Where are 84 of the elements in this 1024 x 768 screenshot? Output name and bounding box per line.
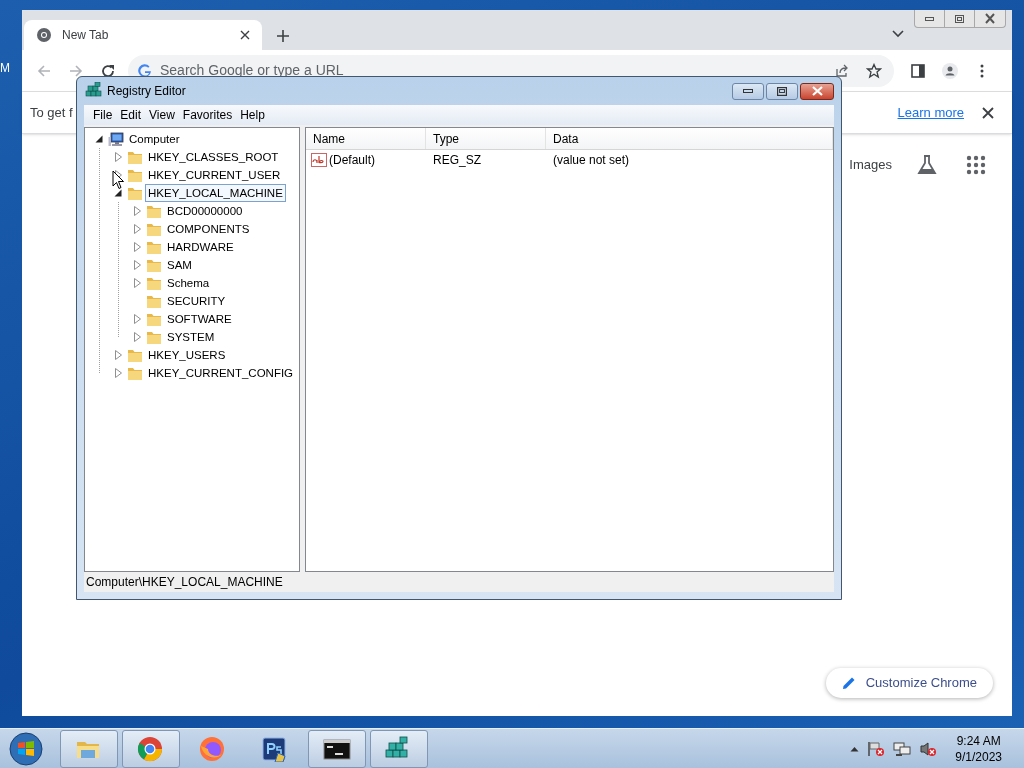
browser-tab[interactable]: New Tab bbox=[24, 20, 262, 50]
share-icon[interactable] bbox=[834, 62, 850, 79]
value-data: (value not set) bbox=[552, 152, 631, 169]
folder-icon bbox=[146, 293, 162, 309]
side-panel-icon[interactable] bbox=[910, 62, 926, 79]
taskbar-button[interactable] bbox=[308, 729, 366, 768]
menu-item[interactable]: Favorites bbox=[178, 106, 237, 124]
folder-icon bbox=[127, 365, 143, 381]
clock[interactable]: 9:24 AM 9/1/2023 bbox=[955, 732, 1002, 765]
status-bar: Computer\HKEY_LOCAL_MACHINE bbox=[84, 572, 834, 592]
chevron-down-icon[interactable] bbox=[892, 30, 904, 38]
maximize-button[interactable] bbox=[766, 82, 798, 100]
learn-more-link[interactable]: Learn more bbox=[897, 102, 964, 123]
close-icon bbox=[240, 30, 250, 40]
tree-item[interactable]: HKEY_CURRENT_CONFIG bbox=[145, 364, 297, 382]
pencil-icon bbox=[841, 676, 856, 690]
column-header[interactable]: Name bbox=[306, 128, 426, 149]
computer-icon bbox=[108, 131, 124, 147]
apps-grid-icon[interactable] bbox=[966, 155, 986, 175]
collapse-arrow-icon[interactable] bbox=[114, 189, 122, 197]
string-value-icon bbox=[311, 153, 327, 167]
flask-icon[interactable] bbox=[916, 154, 938, 176]
images-link[interactable]: Images bbox=[849, 155, 892, 175]
network-icon[interactable] bbox=[893, 740, 912, 757]
desktop-icon-label: M bbox=[0, 60, 10, 77]
tree-item[interactable]: HKEY_USERS bbox=[145, 346, 229, 364]
tree-item[interactable]: COMPONENTS bbox=[164, 220, 253, 238]
forward-icon[interactable] bbox=[68, 62, 84, 79]
tree-item[interactable]: SYSTEM bbox=[164, 328, 218, 346]
folder-icon bbox=[146, 311, 162, 327]
collapse-arrow-icon[interactable] bbox=[95, 135, 103, 143]
google-icon bbox=[138, 63, 152, 78]
chrome-icon bbox=[36, 27, 52, 43]
close-icon bbox=[985, 13, 995, 24]
chrome-icon bbox=[137, 735, 165, 762]
tree-item[interactable]: SOFTWARE bbox=[164, 310, 235, 328]
folder-icon bbox=[146, 221, 162, 237]
customize-chrome-button[interactable]: Customize Chrome bbox=[825, 668, 993, 698]
column-header[interactable]: Type bbox=[426, 128, 546, 149]
profile-icon[interactable] bbox=[942, 62, 958, 79]
flag-icon[interactable] bbox=[867, 740, 886, 757]
folder-icon bbox=[127, 149, 143, 165]
firefox-icon bbox=[199, 735, 227, 762]
minimize-icon bbox=[925, 16, 934, 21]
folder-icon bbox=[127, 185, 143, 201]
folder-icon bbox=[146, 275, 162, 291]
close-button[interactable] bbox=[800, 82, 834, 100]
folder-icon bbox=[146, 329, 162, 345]
folder-icon bbox=[127, 347, 143, 363]
maximize-icon bbox=[955, 14, 964, 23]
tree-item[interactable]: HKEY_CLASSES_ROOT bbox=[145, 148, 282, 166]
registry-icon bbox=[85, 82, 103, 100]
infobar-text: To get f bbox=[30, 103, 73, 122]
new-tab-icon[interactable] bbox=[276, 29, 290, 43]
reload-icon[interactable] bbox=[100, 62, 116, 79]
tree-item[interactable]: SAM bbox=[164, 256, 195, 274]
tree-item[interactable]: Computer bbox=[126, 130, 183, 148]
tree-item[interactable]: HKEY_CURRENT_USER bbox=[145, 166, 284, 184]
tree-item[interactable]: Schema bbox=[164, 274, 213, 292]
tree-item[interactable]: SECURITY bbox=[164, 292, 229, 310]
tree-item[interactable]: HKEY_LOCAL_MACHINE bbox=[145, 184, 286, 202]
muted-speaker-icon[interactable] bbox=[919, 740, 938, 757]
close-icon[interactable] bbox=[982, 106, 994, 119]
folder-icon bbox=[127, 167, 143, 183]
star-icon[interactable] bbox=[866, 62, 882, 79]
menu-item[interactable]: View bbox=[145, 106, 179, 124]
menu-item[interactable]: Help bbox=[236, 106, 269, 124]
folder-icon bbox=[146, 239, 162, 255]
folder-icon bbox=[146, 257, 162, 273]
value-type: REG_SZ bbox=[432, 152, 482, 169]
minimize-icon bbox=[743, 89, 753, 93]
column-header[interactable]: Data bbox=[546, 128, 833, 149]
chevron-up-icon[interactable] bbox=[850, 745, 860, 752]
cursor-icon bbox=[112, 170, 125, 190]
close-icon bbox=[811, 86, 823, 96]
menu-item[interactable]: Edit bbox=[116, 106, 146, 124]
menu-item[interactable]: File bbox=[89, 106, 117, 124]
photoshop-icon bbox=[261, 735, 289, 762]
minimize-button[interactable] bbox=[732, 82, 764, 100]
maximize-icon bbox=[777, 86, 787, 96]
folder-icon bbox=[146, 203, 162, 219]
tree-item[interactable]: HARDWARE bbox=[164, 238, 237, 256]
tree-item[interactable]: BCD00000000 bbox=[164, 202, 246, 220]
value-name: (Default) bbox=[329, 152, 375, 169]
